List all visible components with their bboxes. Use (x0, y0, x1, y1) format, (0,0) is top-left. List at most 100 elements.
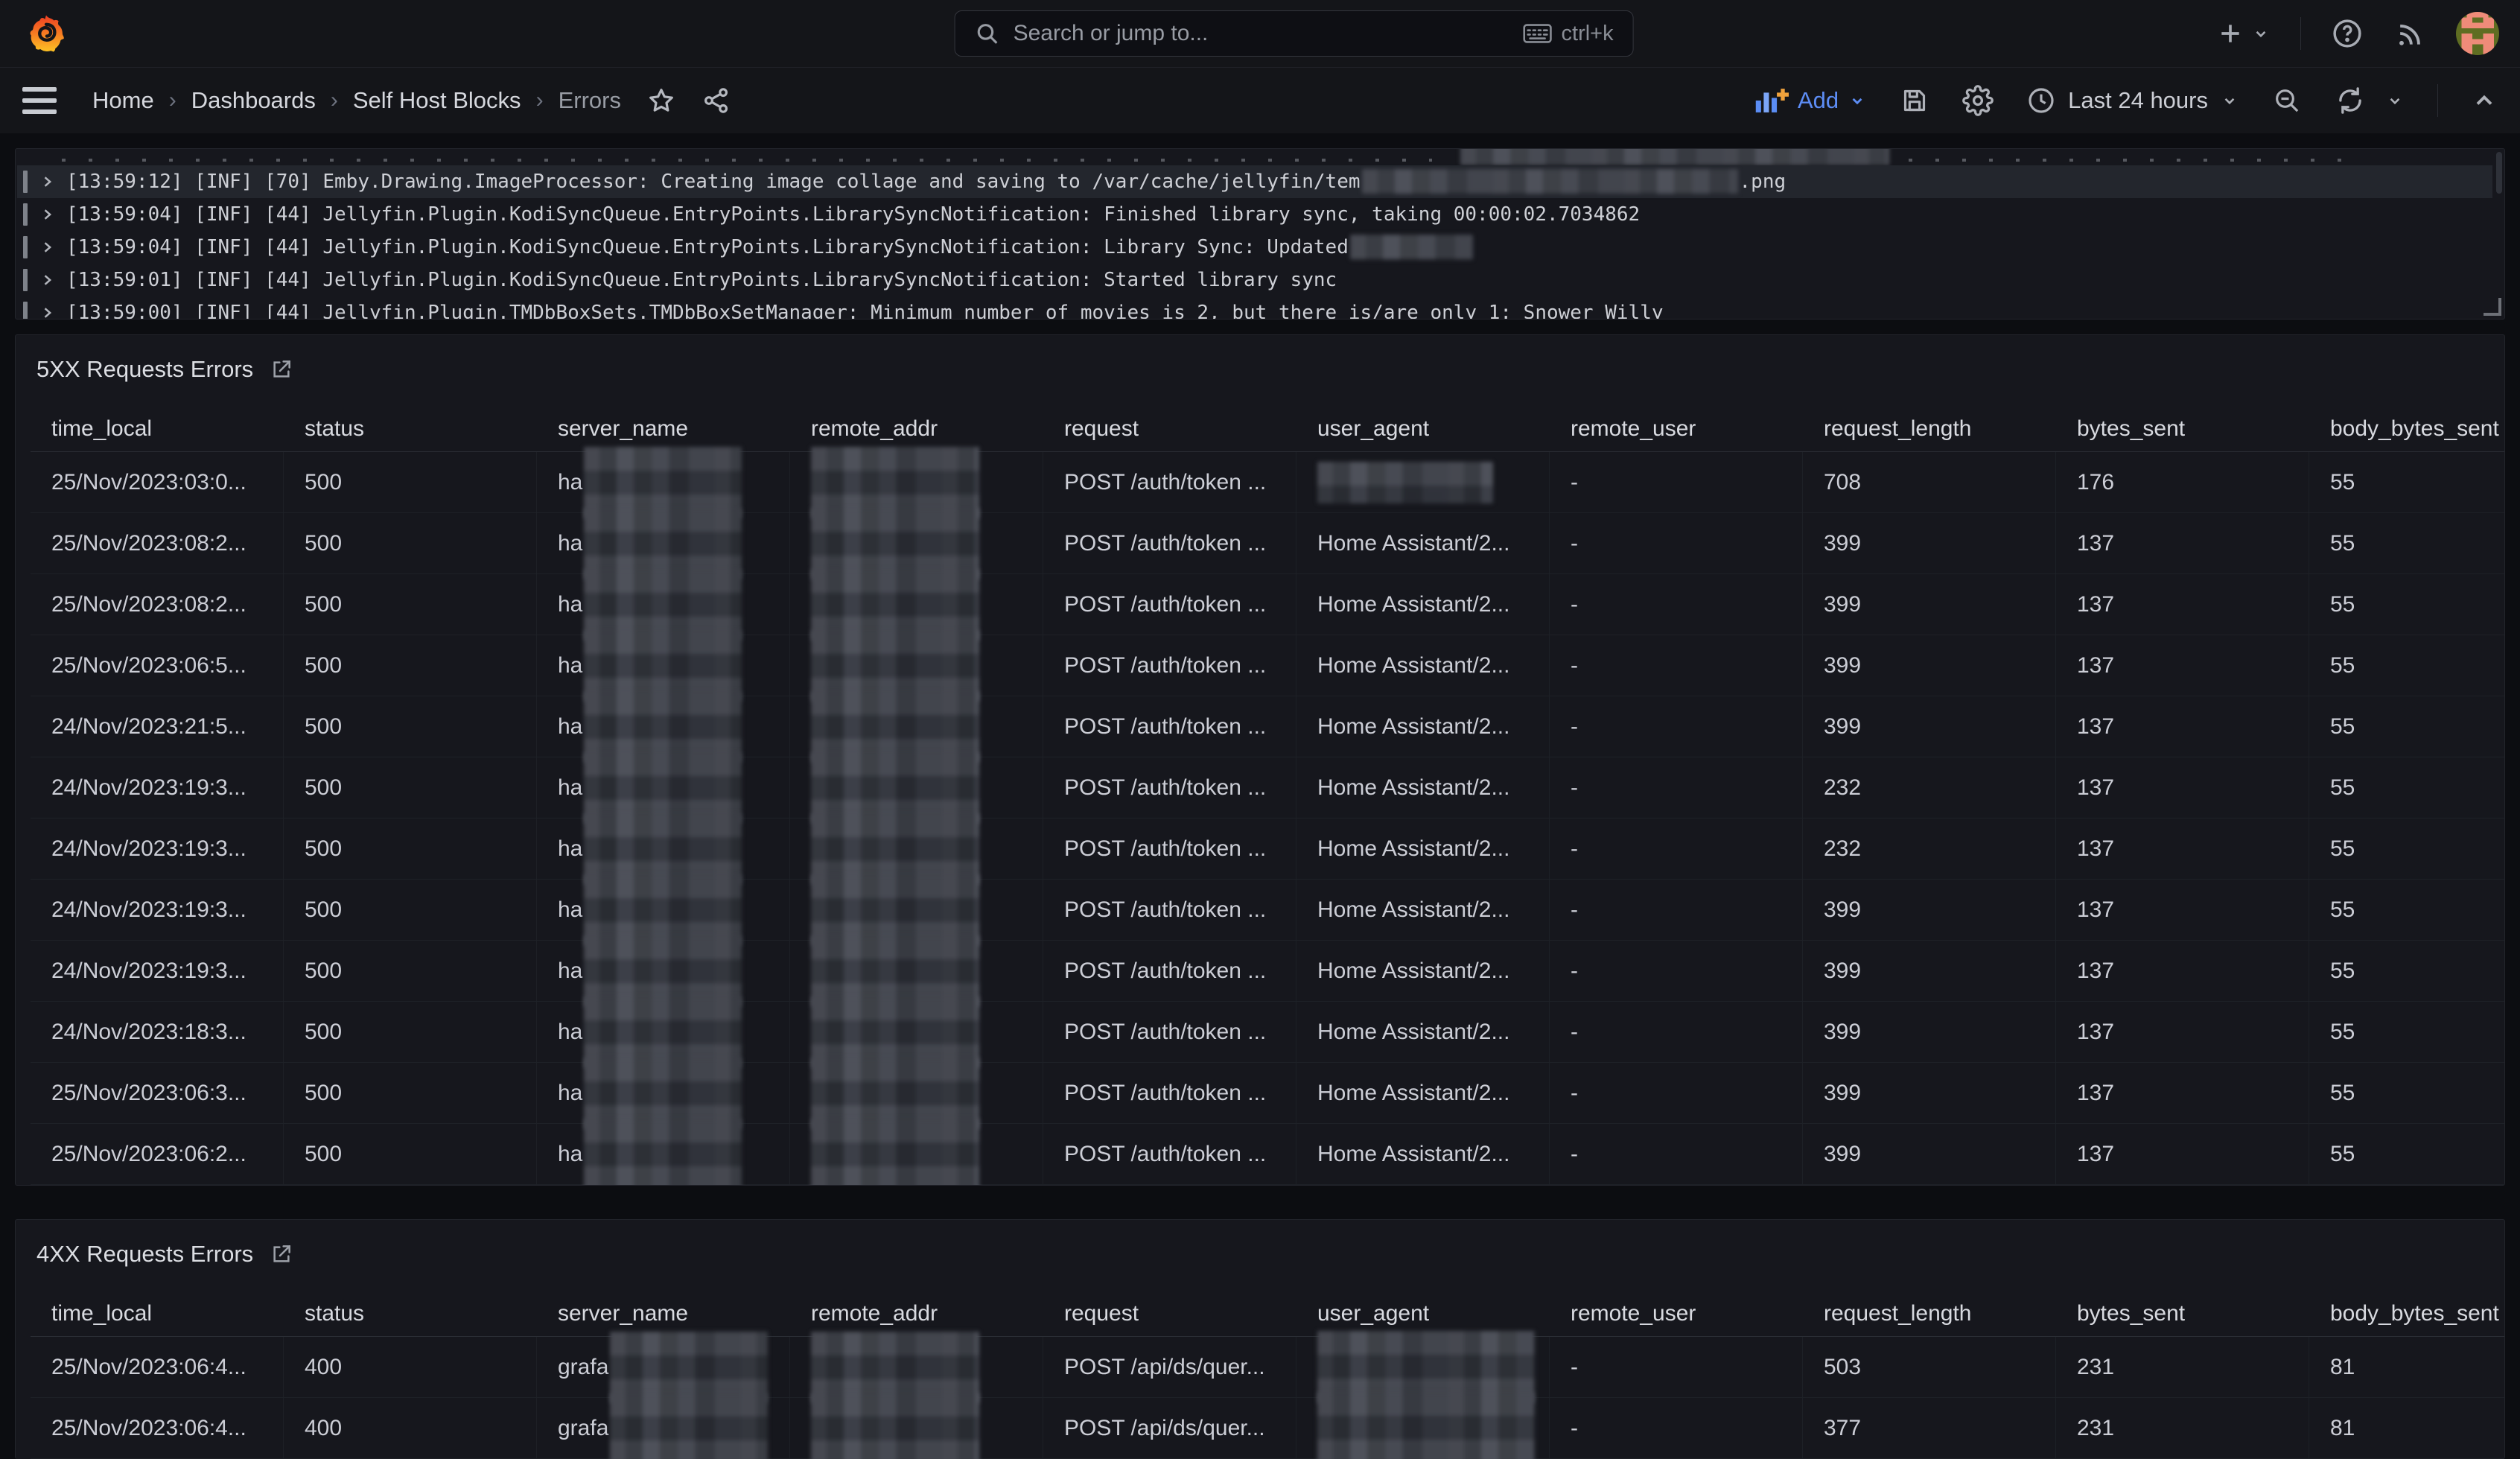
log-row[interactable]: [13:59:01] [INF] [44] Jellyfin.Plugin.Ko… (17, 264, 2492, 296)
column-header-time_local[interactable]: time_local (31, 1301, 284, 1326)
angle-right-icon[interactable] (39, 207, 54, 222)
share-icon[interactable] (701, 86, 731, 115)
menu-icon[interactable] (22, 87, 57, 114)
cell-server_name: ha (537, 880, 790, 940)
panel-title[interactable]: 5XX Requests Errors (36, 355, 253, 384)
cell-body_bytes_sent: 55 (2309, 513, 2504, 573)
cell-request: POST /auth/token ... (1043, 818, 1296, 879)
refresh-interval-chevron-icon[interactable] (2385, 91, 2405, 110)
dashboard-toolbar: Home › Dashboards › Self Host Blocks › E… (0, 68, 2520, 133)
column-header-server_name[interactable]: server_name (537, 1301, 790, 1326)
breadcrumb-self-host-blocks[interactable]: Self Host Blocks (353, 87, 521, 114)
redacted-value (1317, 1392, 1535, 1459)
cell-bytes_sent: 137 (2056, 635, 2309, 696)
cell-server_name: ha (537, 941, 790, 1001)
log-row[interactable]: [13:59:04] [INF] [44] Jellyfin.Plugin.Ko… (17, 198, 2492, 231)
column-header-request_length[interactable]: request_length (1803, 1301, 2056, 1326)
search-input[interactable]: Search or jump to... ctrl+k (955, 10, 1634, 57)
time-range-label: Last 24 hours (2068, 87, 2208, 114)
column-header-bytes_sent[interactable]: bytes_sent (2056, 1301, 2309, 1326)
table-row: 25/Nov/2023:06:2...500haPOST /auth/token… (31, 1124, 2504, 1185)
column-header-remote_addr[interactable]: remote_addr (790, 1301, 1043, 1326)
cell-remote_addr (790, 818, 1043, 879)
favorite-star-icon[interactable] (646, 86, 676, 115)
log-scrollbar[interactable] (2496, 152, 2502, 194)
logs-panel: [13:59:12] [INF] [70] Emby.Drawing.Image… (15, 148, 2505, 320)
log-row[interactable]: [13:59:12] [INF] [70] Emby.Drawing.Image… (17, 165, 2492, 198)
panel-resize-handle[interactable] (2484, 298, 2501, 316)
column-header-request_length[interactable]: request_length (1803, 416, 2056, 442)
zoom-out-button[interactable] (2272, 86, 2302, 115)
angle-right-icon[interactable] (39, 240, 54, 255)
cell-text: ha (558, 592, 582, 617)
user-avatar[interactable] (2456, 12, 2499, 55)
cell-time_local: 25/Nov/2023:08:2... (31, 574, 284, 635)
cell-remote_user: - (1550, 941, 1803, 1001)
column-header-remote_addr[interactable]: remote_addr (790, 416, 1043, 442)
cell-request_length: 708 (1803, 452, 2056, 512)
cell-server_name: ha (537, 452, 790, 512)
cell-remote_addr (790, 757, 1043, 818)
cell-status: 500 (284, 696, 537, 757)
grafana-logo-icon[interactable] (25, 13, 67, 54)
cell-request: POST /auth/token ... (1043, 941, 1296, 1001)
column-header-body_bytes_sent[interactable]: body_bytes_sent (2309, 1301, 2504, 1326)
breadcrumb-dashboards[interactable]: Dashboards (191, 87, 316, 114)
cell-status: 500 (284, 452, 537, 512)
breadcrumb-home[interactable]: Home (92, 87, 154, 114)
column-header-status[interactable]: status (284, 416, 537, 442)
log-message: [13:59:01] [INF] [44] Jellyfin.Plugin.Ko… (66, 269, 1337, 291)
save-dashboard-button[interactable] (1900, 86, 1929, 115)
column-header-remote_user[interactable]: remote_user (1550, 1301, 1803, 1326)
column-header-request[interactable]: request (1043, 1301, 1296, 1326)
cell-user_agent: Home Assistant/2... (1296, 574, 1550, 635)
column-header-request[interactable]: request (1043, 416, 1296, 442)
angle-right-icon[interactable] (39, 273, 54, 287)
cell-request_length: 399 (1803, 574, 2056, 635)
help-icon[interactable] (2331, 17, 2364, 50)
add-panel-button[interactable]: Add (1754, 86, 1867, 115)
column-header-body_bytes_sent[interactable]: body_bytes_sent (2309, 416, 2504, 442)
table-body: 25/Nov/2023:06:4...400grafaPOST /api/ds/… (31, 1337, 2504, 1459)
cell-body_bytes_sent: 55 (2309, 452, 2504, 512)
collapse-controls-icon[interactable] (2471, 87, 2498, 114)
cell-request_length: 399 (1803, 635, 2056, 696)
cell-remote_addr (790, 696, 1043, 757)
gear-icon (1962, 85, 1994, 116)
column-header-server_name[interactable]: server_name (537, 416, 790, 442)
log-row[interactable]: [13:59:00] [INF] [44] Jellyfin.Plugin.TM… (17, 296, 2492, 320)
panel-title[interactable]: 4XX Requests Errors (36, 1239, 253, 1269)
column-header-user_agent[interactable]: user_agent (1296, 1301, 1550, 1326)
cell-request: POST /api/ds/quer... (1043, 1337, 1296, 1397)
log-row[interactable] (17, 149, 2492, 165)
time-range-picker[interactable]: Last 24 hours (2026, 86, 2239, 115)
external-link-icon[interactable] (270, 1242, 293, 1266)
cell-request: POST /auth/token ... (1043, 880, 1296, 940)
add-new-button[interactable] (2215, 19, 2271, 48)
cell-text: ha (558, 775, 582, 801)
cell-remote_user: - (1550, 1337, 1803, 1397)
cell-server_name: grafa (537, 1398, 790, 1458)
cell-time_local: 24/Nov/2023:18:3... (31, 1002, 284, 1062)
log-level-bar (23, 236, 28, 258)
cell-request: POST /auth/token ... (1043, 635, 1296, 696)
refresh-button[interactable] (2335, 85, 2366, 116)
column-header-time_local[interactable]: time_local (31, 416, 284, 442)
cell-text: grafa (558, 1416, 608, 1441)
column-header-user_agent[interactable]: user_agent (1296, 416, 1550, 442)
news-rss-icon[interactable] (2393, 17, 2426, 50)
column-header-status[interactable]: status (284, 1301, 537, 1326)
column-header-remote_user[interactable]: remote_user (1550, 416, 1803, 442)
cell-status: 400 (284, 1398, 537, 1458)
cell-body_bytes_sent: 55 (2309, 757, 2504, 818)
save-icon (1900, 86, 1929, 115)
angle-right-icon[interactable] (39, 174, 54, 189)
external-link-icon[interactable] (270, 357, 293, 381)
log-row[interactable]: [13:59:04] [INF] [44] Jellyfin.Plugin.Ko… (17, 231, 2492, 264)
cell-body_bytes_sent: 55 (2309, 818, 2504, 879)
cell-time_local: 24/Nov/2023:21:5... (31, 696, 284, 757)
table-row: 25/Nov/2023:03:0...500haPOST /auth/token… (31, 452, 2504, 513)
dashboard-settings-button[interactable] (1962, 85, 1994, 116)
angle-right-icon[interactable] (39, 305, 54, 320)
column-header-bytes_sent[interactable]: bytes_sent (2056, 416, 2309, 442)
